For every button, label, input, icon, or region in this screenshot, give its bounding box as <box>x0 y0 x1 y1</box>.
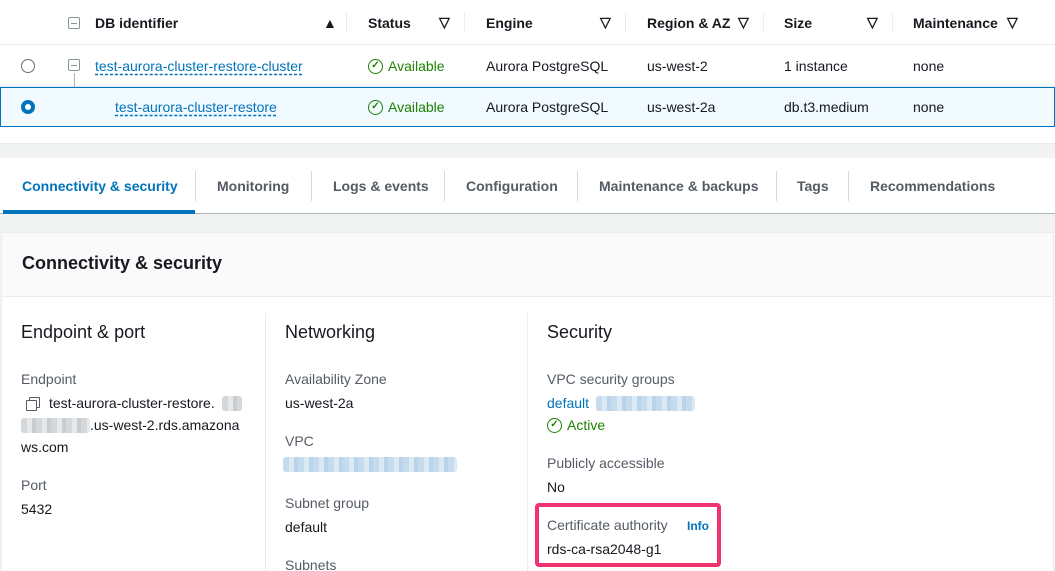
publicly-accessible-label: Publicly accessible <box>547 455 665 471</box>
tab-monitoring[interactable]: Monitoring <box>217 158 289 214</box>
check-circle-icon: ✓ <box>368 58 383 74</box>
sort-ascending-icon[interactable]: ▲ <box>323 0 337 45</box>
sort-icon[interactable]: ▽ <box>439 0 450 45</box>
column-divider[interactable] <box>464 13 465 33</box>
redacted-vpc-link[interactable] <box>283 457 457 472</box>
db-identifier-link[interactable]: test-aurora-cluster-restore-cluster <box>95 58 303 74</box>
security-group-link[interactable]: default <box>547 395 589 411</box>
db-identifier-link[interactable]: test-aurora-cluster-restore <box>115 99 277 115</box>
size-cell: 1 instance <box>784 58 848 74</box>
tab-tags[interactable]: Tags <box>797 158 829 214</box>
redacted-text <box>222 396 242 411</box>
tab-divider <box>776 171 777 201</box>
networking-heading: Networking <box>285 322 376 342</box>
column-divider <box>265 313 266 571</box>
tab-divider <box>848 171 849 201</box>
security-group-status: ✓ Active <box>547 417 605 433</box>
vpc-label: VPC <box>285 433 314 449</box>
tab-divider <box>195 171 196 201</box>
table-row-selected[interactable]: test-aurora-cluster-restore ✓ Available … <box>0 87 1055 127</box>
redacted-security-group-id <box>596 396 695 411</box>
column-header-maintenance[interactable]: Maintenance <box>913 0 998 45</box>
section-gap <box>0 144 1055 158</box>
sort-icon[interactable]: ▽ <box>738 0 749 45</box>
sort-icon[interactable]: ▽ <box>867 0 878 45</box>
subnet-group-label: Subnet group <box>285 495 370 511</box>
row-select-radio[interactable] <box>21 59 35 73</box>
size-cell: db.t3.medium <box>784 99 869 115</box>
tab-maintenance-backups[interactable]: Maintenance & backups <box>599 158 759 214</box>
column-header-size[interactable]: Size <box>784 0 812 45</box>
status-badge: ✓ Available <box>368 88 445 126</box>
check-circle-icon: ✓ <box>547 417 562 433</box>
check-circle-icon: ✓ <box>368 99 383 115</box>
region-az-cell: us-west-2a <box>647 99 716 115</box>
endpoint-value-cont: ws.com <box>21 439 69 455</box>
sort-icon[interactable]: ▽ <box>600 0 611 45</box>
panel-title: Connectivity & security <box>22 253 223 273</box>
security-heading: Security <box>547 322 613 342</box>
publicly-accessible-value: No <box>547 479 565 495</box>
sort-icon[interactable]: ▽ <box>1007 0 1018 45</box>
maintenance-cell: none <box>913 99 945 115</box>
tab-logs-events[interactable]: Logs & events <box>333 158 429 214</box>
endpoint-port-heading: Endpoint & port <box>21 322 146 342</box>
collapse-cluster-toggle[interactable] <box>68 59 80 71</box>
tab-configuration[interactable]: Configuration <box>466 158 558 214</box>
column-divider <box>527 313 528 571</box>
tab-connectivity-security[interactable]: Connectivity & security <box>22 158 178 214</box>
availability-zone-label: Availability Zone <box>285 371 387 387</box>
column-header-engine[interactable]: Engine <box>486 0 533 45</box>
subnet-group-value: default <box>285 519 328 535</box>
engine-cell: Aurora PostgreSQL <box>486 99 609 115</box>
table-row[interactable]: test-aurora-cluster-restore-cluster ✓ Av… <box>0 46 1055 87</box>
row-select-radio-selected[interactable] <box>21 100 35 114</box>
tab-divider <box>444 171 445 201</box>
panel-header: Connectivity & security <box>2 233 1053 297</box>
db-instances-table: DB identifier ▲ Status ▽ Engine ▽ Region… <box>0 0 1055 144</box>
copy-icon[interactable] <box>26 397 40 411</box>
maintenance-cell: none <box>913 58 945 74</box>
vpc-security-groups-label: VPC security groups <box>547 371 675 387</box>
redacted-text <box>21 418 90 433</box>
tab-divider <box>577 171 578 201</box>
column-divider[interactable] <box>346 13 347 33</box>
endpoint-value-cont: .us-west-2.rds.amazona <box>90 417 240 433</box>
column-divider[interactable] <box>763 13 764 33</box>
column-divider[interactable] <box>892 13 893 33</box>
tab-recommendations[interactable]: Recommendations <box>870 158 995 214</box>
status-badge: ✓ Available <box>368 46 445 86</box>
column-divider[interactable] <box>625 13 626 33</box>
port-value: 5432 <box>21 501 53 517</box>
subnets-label: Subnets <box>285 557 337 571</box>
tab-divider <box>311 171 312 201</box>
region-az-cell: us-west-2 <box>647 58 708 74</box>
column-header-db-identifier[interactable]: DB identifier <box>95 0 178 45</box>
engine-cell: Aurora PostgreSQL <box>486 58 609 74</box>
endpoint-value: test-aurora-cluster-restore. <box>49 395 215 411</box>
expand-all-toggle[interactable] <box>68 17 80 29</box>
table-header: DB identifier ▲ Status ▽ Engine ▽ Region… <box>0 0 1055 45</box>
endpoint-label: Endpoint <box>21 371 77 387</box>
column-header-status[interactable]: Status <box>368 0 411 45</box>
port-label: Port <box>21 477 47 493</box>
column-header-region-az[interactable]: Region & AZ <box>647 0 730 45</box>
detail-tabs: Connectivity & security Monitoring Logs … <box>0 158 1055 214</box>
highlight-box <box>535 503 721 567</box>
availability-zone-value: us-west-2a <box>285 395 354 411</box>
